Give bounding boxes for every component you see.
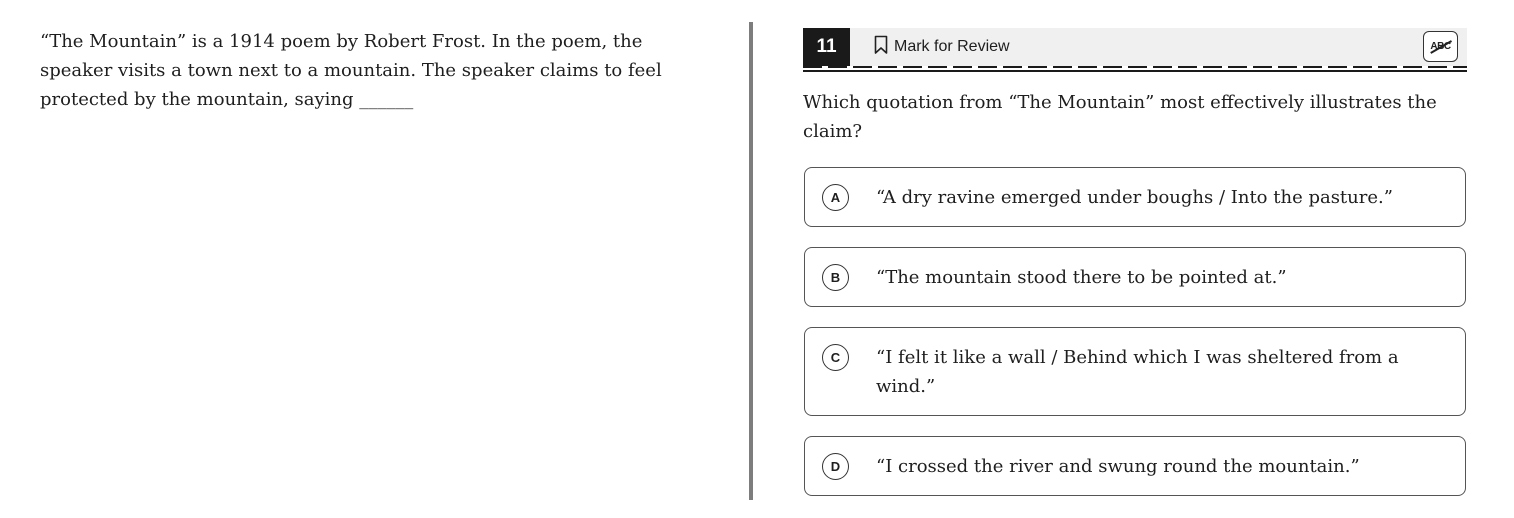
bookmark-icon xyxy=(874,35,888,60)
choice-b-letter: B xyxy=(822,264,849,291)
question-header: 11 Mark for Review ABC xyxy=(803,28,1467,66)
choice-d-letter: D xyxy=(822,453,849,480)
answer-eliminator-button[interactable]: ABC xyxy=(1423,31,1458,62)
choice-d[interactable]: D “I crossed the river and swung round t… xyxy=(804,436,1466,496)
question-number: 11 xyxy=(803,28,850,66)
choice-c-letter: C xyxy=(822,344,849,371)
choice-d-text: “I crossed the river and swung round the… xyxy=(876,456,1360,477)
pane-divider[interactable] xyxy=(749,22,753,500)
choice-a-text: “A dry ravine emerged under boughs / Int… xyxy=(876,187,1393,208)
choice-c[interactable]: C “I felt it like a wall / Behind which … xyxy=(804,327,1466,416)
choice-a-letter: A xyxy=(822,184,849,211)
header-dashed-rule xyxy=(803,66,1467,72)
mark-for-review-label: Mark for Review xyxy=(894,38,1010,55)
choice-a[interactable]: A “A dry ravine emerged under boughs / I… xyxy=(804,167,1466,227)
choice-b-text: “The mountain stood there to be pointed … xyxy=(876,267,1287,288)
choice-c-text: “I felt it like a wall / Behind which I … xyxy=(876,347,1399,397)
choice-b[interactable]: B “The mountain stood there to be pointe… xyxy=(804,247,1466,307)
passage-text: “The Mountain” is a 1914 poem by Robert … xyxy=(40,31,662,110)
question-text: Which quotation from “The Mountain” most… xyxy=(803,92,1437,142)
mark-for-review-button[interactable]: Mark for Review xyxy=(874,35,1010,60)
